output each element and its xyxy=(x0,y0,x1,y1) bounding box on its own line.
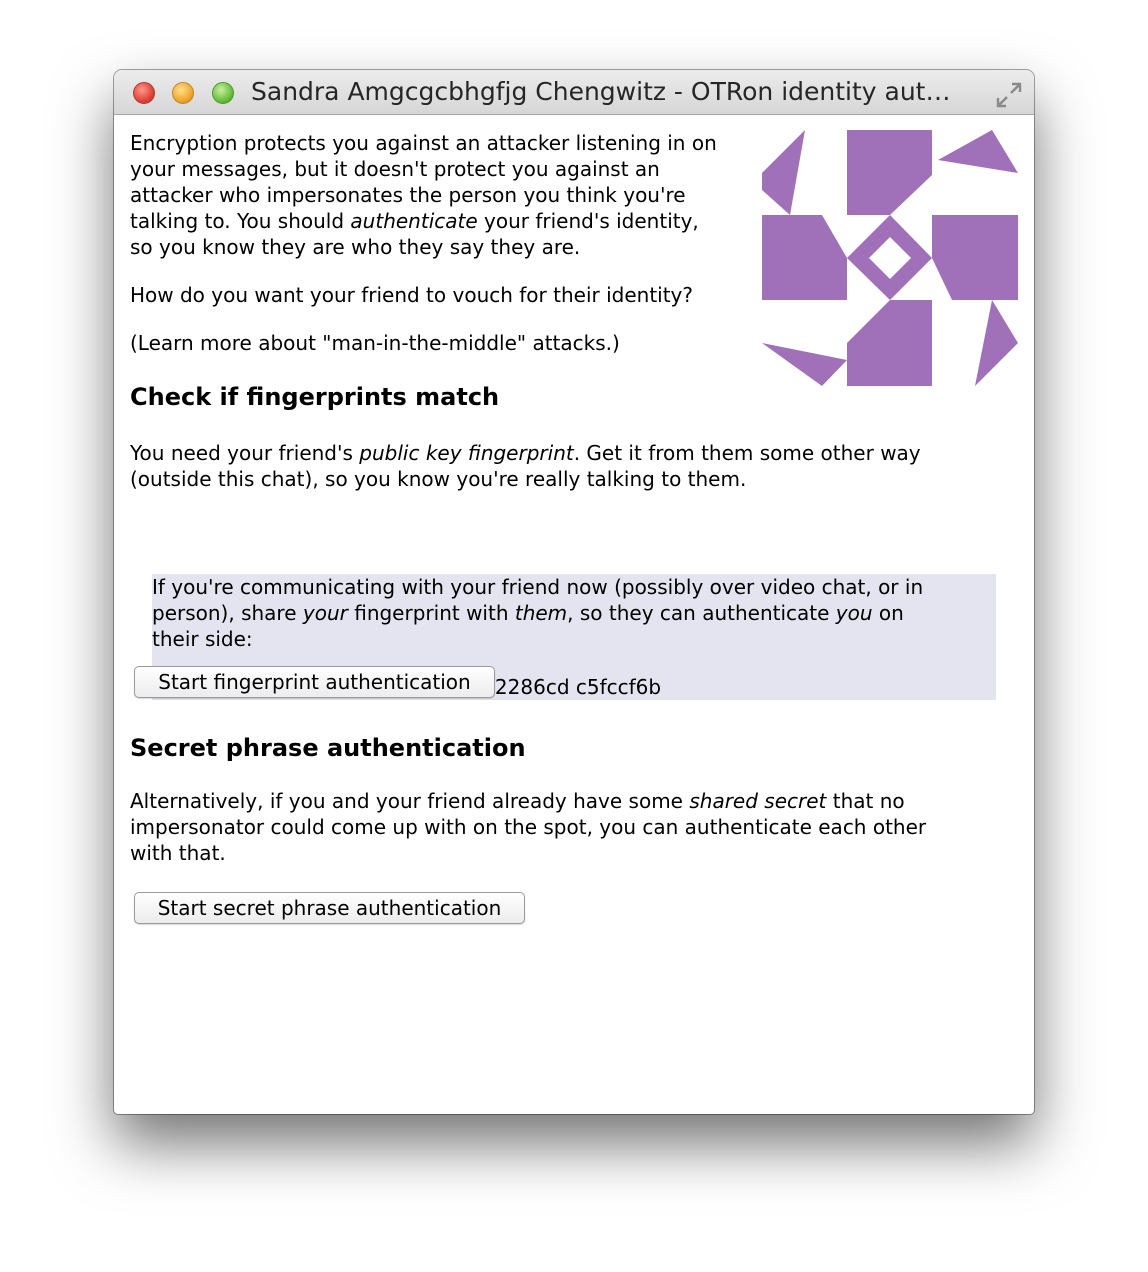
title-bar[interactable]: Sandra Amgcgcbhgfjg Chengwitz - OTRon id… xyxy=(114,70,1034,115)
intro-line: so you know they are who they say they a… xyxy=(130,235,581,259)
secret-description-line3: with that. xyxy=(130,841,226,865)
fingerprint-box-line: If you're communicating with your friend… xyxy=(152,575,924,599)
window-title: Sandra Amgcgcbhgfjg Chengwitz - OTRon id… xyxy=(251,77,951,106)
identicon-avatar xyxy=(762,130,1018,386)
start-fingerprint-auth-button[interactable]: Start fingerprint authentication xyxy=(134,666,495,698)
secret-description: Alternatively, if you and your friend al… xyxy=(130,789,905,813)
fullscreen-icon[interactable] xyxy=(994,80,1024,110)
fingerprint-box-line: their side: xyxy=(152,627,253,651)
fingerprint-description-line2: (outside this chat), so you know you're … xyxy=(130,467,747,491)
intro-line: Encryption protects you against an attac… xyxy=(130,131,717,155)
fingerprint-description: You need your friend's public key finger… xyxy=(130,441,921,465)
fingerprint-heading: Check if fingerprints match xyxy=(130,383,500,411)
otr-auth-window: Sandra Amgcgcbhgfjg Chengwitz - OTRon id… xyxy=(114,70,1034,1114)
zoom-window-button[interactable] xyxy=(212,82,234,104)
intro-line: attacker who impersonates the person you… xyxy=(130,183,686,207)
intro-line: talking to. You should authenticate your… xyxy=(130,209,699,233)
intro-question: How do you want your friend to vouch for… xyxy=(130,283,694,307)
close-window-button[interactable] xyxy=(133,82,155,104)
secret-description-line2: impersonator could come up with on the s… xyxy=(130,815,927,839)
learn-more-link[interactable]: (Learn more about "man-in-the-middle" at… xyxy=(130,330,620,356)
start-secret-phrase-auth-button[interactable]: Start secret phrase authentication xyxy=(134,892,525,924)
intro-line: your messages, but it doesn't protect yo… xyxy=(130,157,660,181)
minimize-window-button[interactable] xyxy=(172,82,194,104)
secret-phrase-heading: Secret phrase authentication xyxy=(130,734,526,762)
fingerprint-box-line: person), share your fingerprint with the… xyxy=(152,601,904,625)
